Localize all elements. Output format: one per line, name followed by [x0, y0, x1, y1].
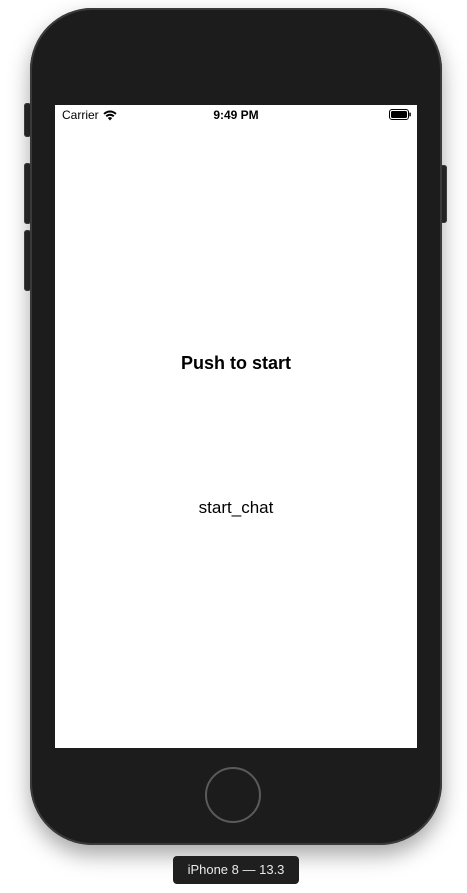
simulator-window: Carrier 9:49 PM Push to start start_chat…: [0, 0, 467, 893]
device-name-badge: iPhone 8 — 13.3: [173, 856, 299, 884]
status-bar: Carrier 9:49 PM: [55, 105, 417, 125]
device-screen: Carrier 9:49 PM Push to start start_chat: [55, 105, 417, 748]
home-button[interactable]: [205, 767, 261, 823]
status-time: 9:49 PM: [213, 108, 259, 122]
battery-icon: [389, 109, 411, 120]
start-chat-label[interactable]: start_chat: [55, 498, 417, 518]
push-to-start-button[interactable]: Push to start: [55, 353, 417, 374]
